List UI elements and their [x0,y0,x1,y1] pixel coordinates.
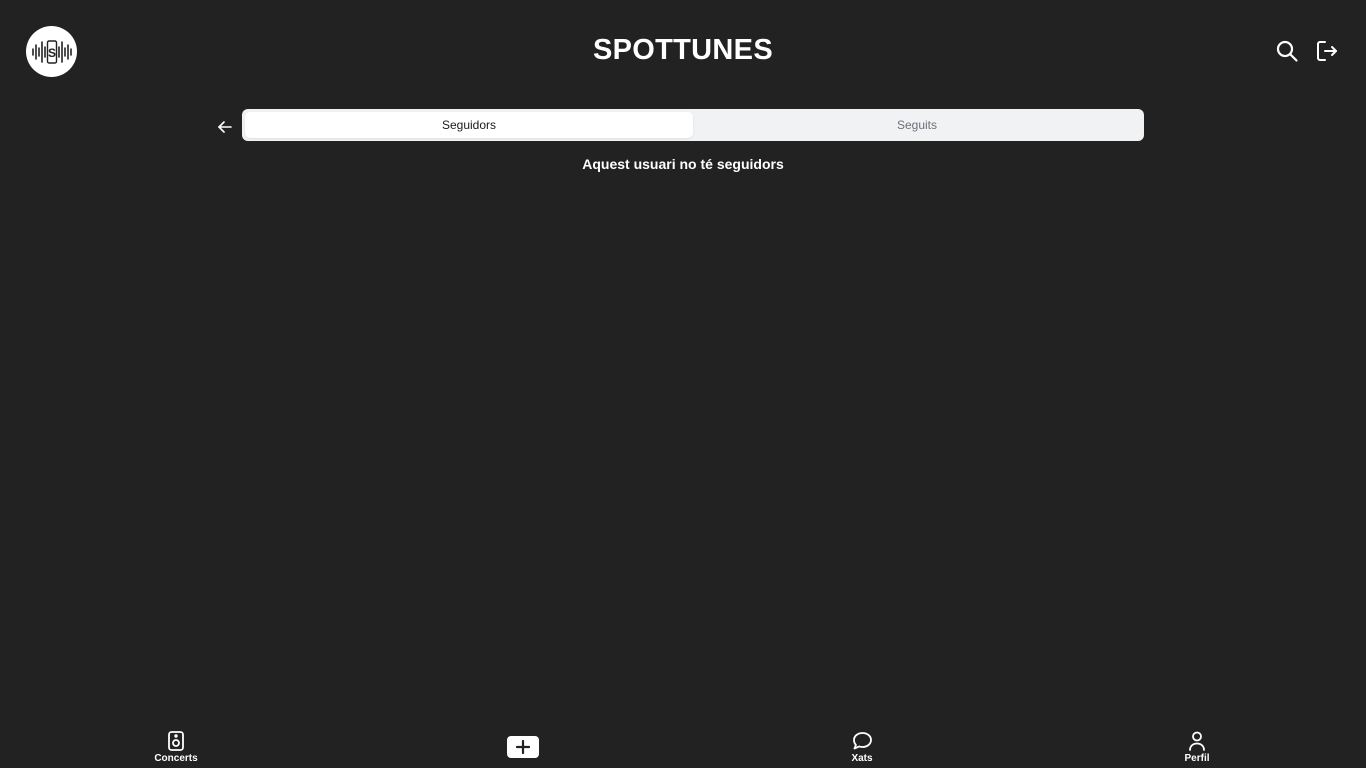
logout-icon [1317,41,1337,61]
search-icon [1276,40,1298,62]
speaker-icon [165,730,187,752]
empty-state-message: Aquest usuari no té seguidors [582,156,784,172]
logout-button[interactable] [1314,38,1340,64]
app-title: SPOTTUNES [593,34,773,66]
chat-bubble-icon [851,730,873,752]
search-button[interactable] [1274,38,1300,64]
nav-item-xats[interactable]: Xats [822,730,902,764]
header-actions [1274,38,1340,64]
nav-label-concerts: Concerts [154,753,198,764]
back-button[interactable] [214,116,236,138]
tab-seguits[interactable]: Seguits [693,112,1141,138]
add-button[interactable] [507,736,539,758]
bottom-nav: Concerts Xats Perfil [0,728,1366,768]
followers-tabs: Seguidors Seguits [242,109,1144,141]
nav-label-perfil: Perfil [1184,753,1210,764]
arrow-left-icon [218,121,232,133]
nav-label-xats: Xats [851,753,873,764]
nav-item-concerts[interactable]: Concerts [136,730,216,764]
app-root: S SPOTTUNES Seguidors Seguits Aquest usu… [0,0,1366,768]
tab-seguidors[interactable]: Seguidors [245,112,693,138]
plus-icon [516,740,530,754]
user-icon [1186,730,1208,752]
nav-item-perfil[interactable]: Perfil [1157,730,1237,764]
